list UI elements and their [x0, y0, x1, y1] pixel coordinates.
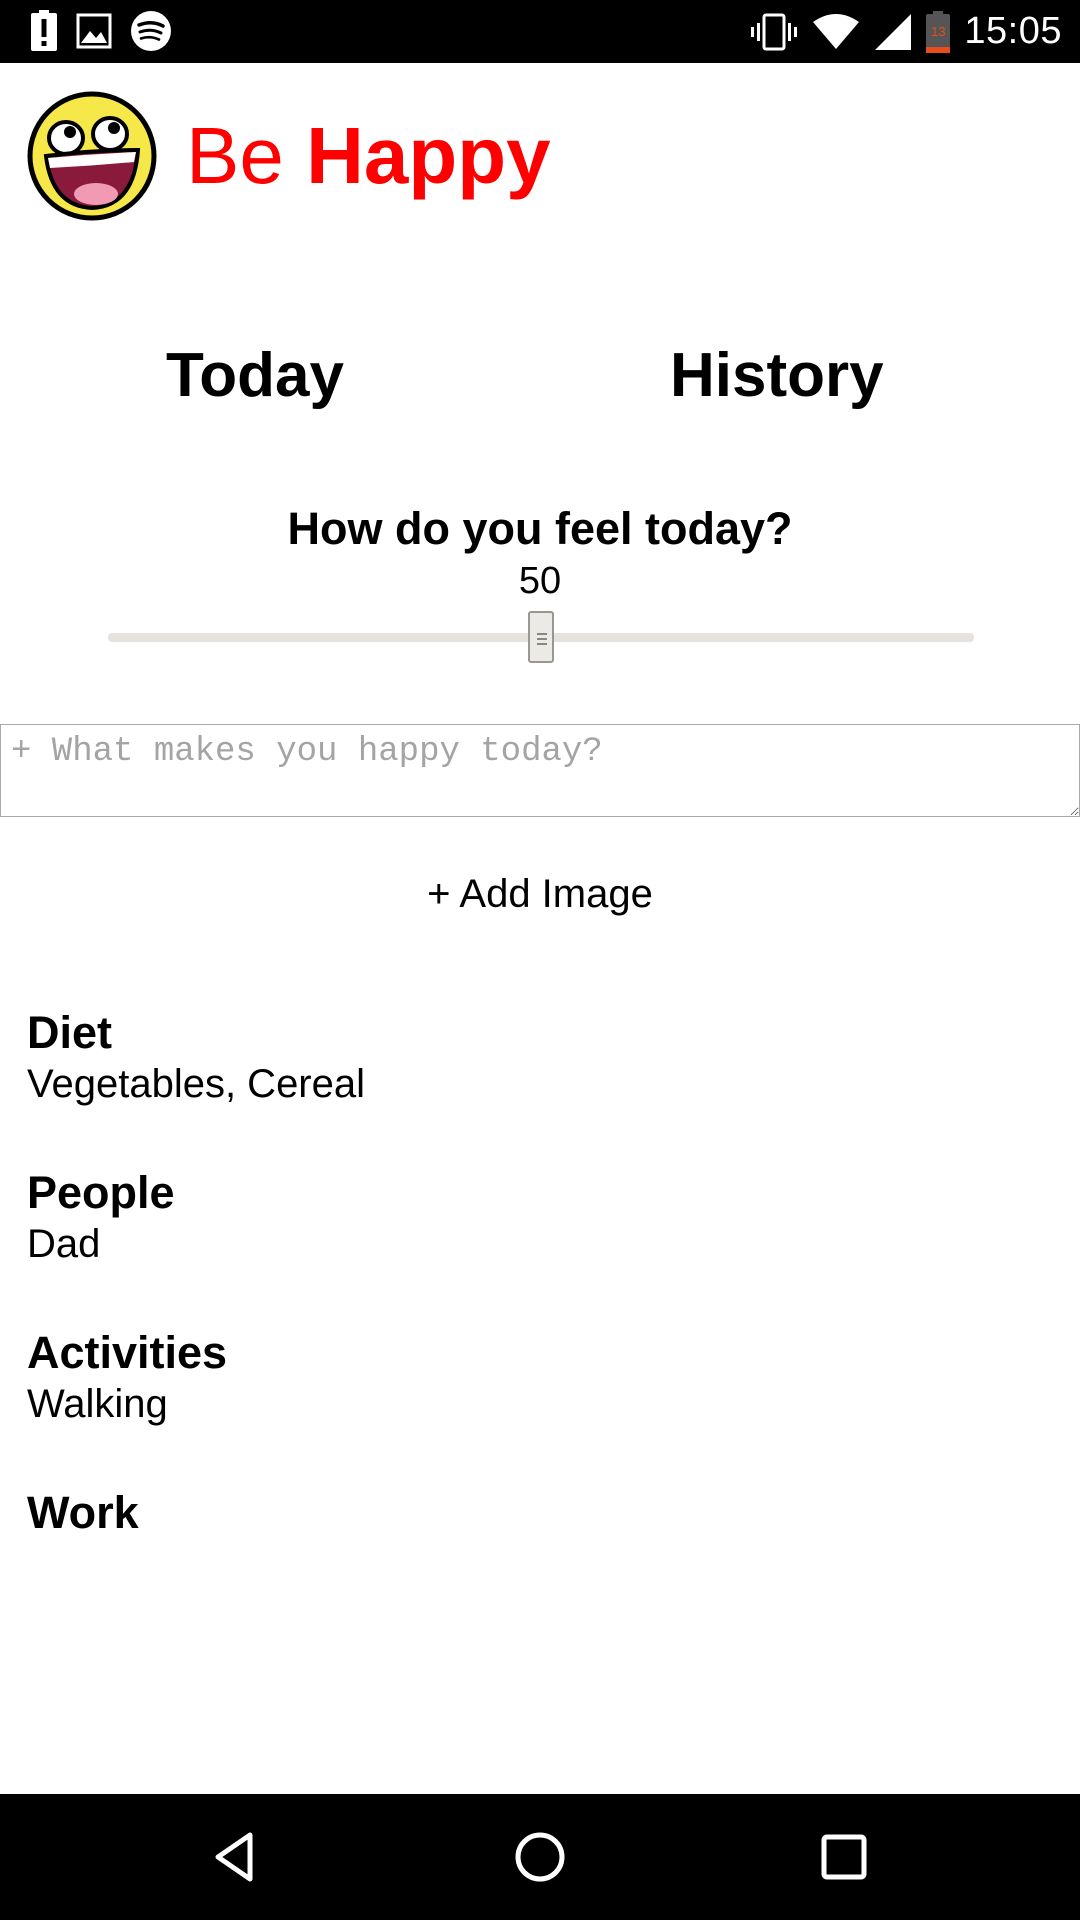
battery-icon: 13 [926, 10, 951, 53]
signal-icon [875, 13, 912, 50]
tab-today[interactable]: Today [166, 345, 344, 407]
alert-icon [31, 10, 57, 51]
clock: 15:05 [964, 10, 1062, 52]
notification-icons [30, 10, 172, 52]
happy-input[interactable] [0, 724, 1080, 817]
category-work: Work [27, 1486, 139, 1540]
add-image-button[interactable]: + Add Image [0, 872, 1080, 917]
app-title-part1: Be [186, 110, 284, 200]
mood-slider-thumb[interactable] [528, 611, 554, 663]
spotify-icon [131, 11, 171, 51]
app-header: Be Happy [26, 88, 551, 223]
wifi-icon [813, 13, 860, 49]
recents-icon[interactable] [814, 1827, 874, 1887]
app-title: Be Happy [186, 115, 551, 196]
category-activities: Activities Walking [27, 1326, 227, 1428]
category-value: Vegetables, Cereal [27, 1062, 366, 1106]
app-title-part2: Happy [306, 110, 551, 200]
status-bar: 13 15:05 [0, 0, 1080, 63]
category-title: Activities [27, 1327, 228, 1378]
battery-level: 13 [931, 23, 946, 39]
category-diet: Diet Vegetables, Cereal [27, 1006, 365, 1108]
navigation-bar [0, 1794, 1080, 1920]
category-title: Diet [27, 1007, 113, 1058]
mood-slider[interactable] [108, 611, 974, 665]
mood-question: How do you feel today? [287, 503, 793, 554]
happy-face-logo [27, 91, 157, 220]
vibrate-icon [751, 13, 798, 50]
home-icon[interactable] [510, 1827, 570, 1887]
system-icons: 13 15:05 [750, 0, 1062, 63]
tab-history[interactable]: History [670, 345, 884, 407]
category-title: Work [27, 1487, 139, 1538]
category-value: Walking [27, 1382, 168, 1426]
image-icon [76, 13, 112, 49]
category-title: People [27, 1167, 175, 1218]
category-value: Dad [27, 1222, 101, 1266]
back-icon[interactable] [206, 1827, 266, 1887]
category-people: People Dad [27, 1166, 175, 1268]
mood-value: 50 [518, 560, 562, 602]
